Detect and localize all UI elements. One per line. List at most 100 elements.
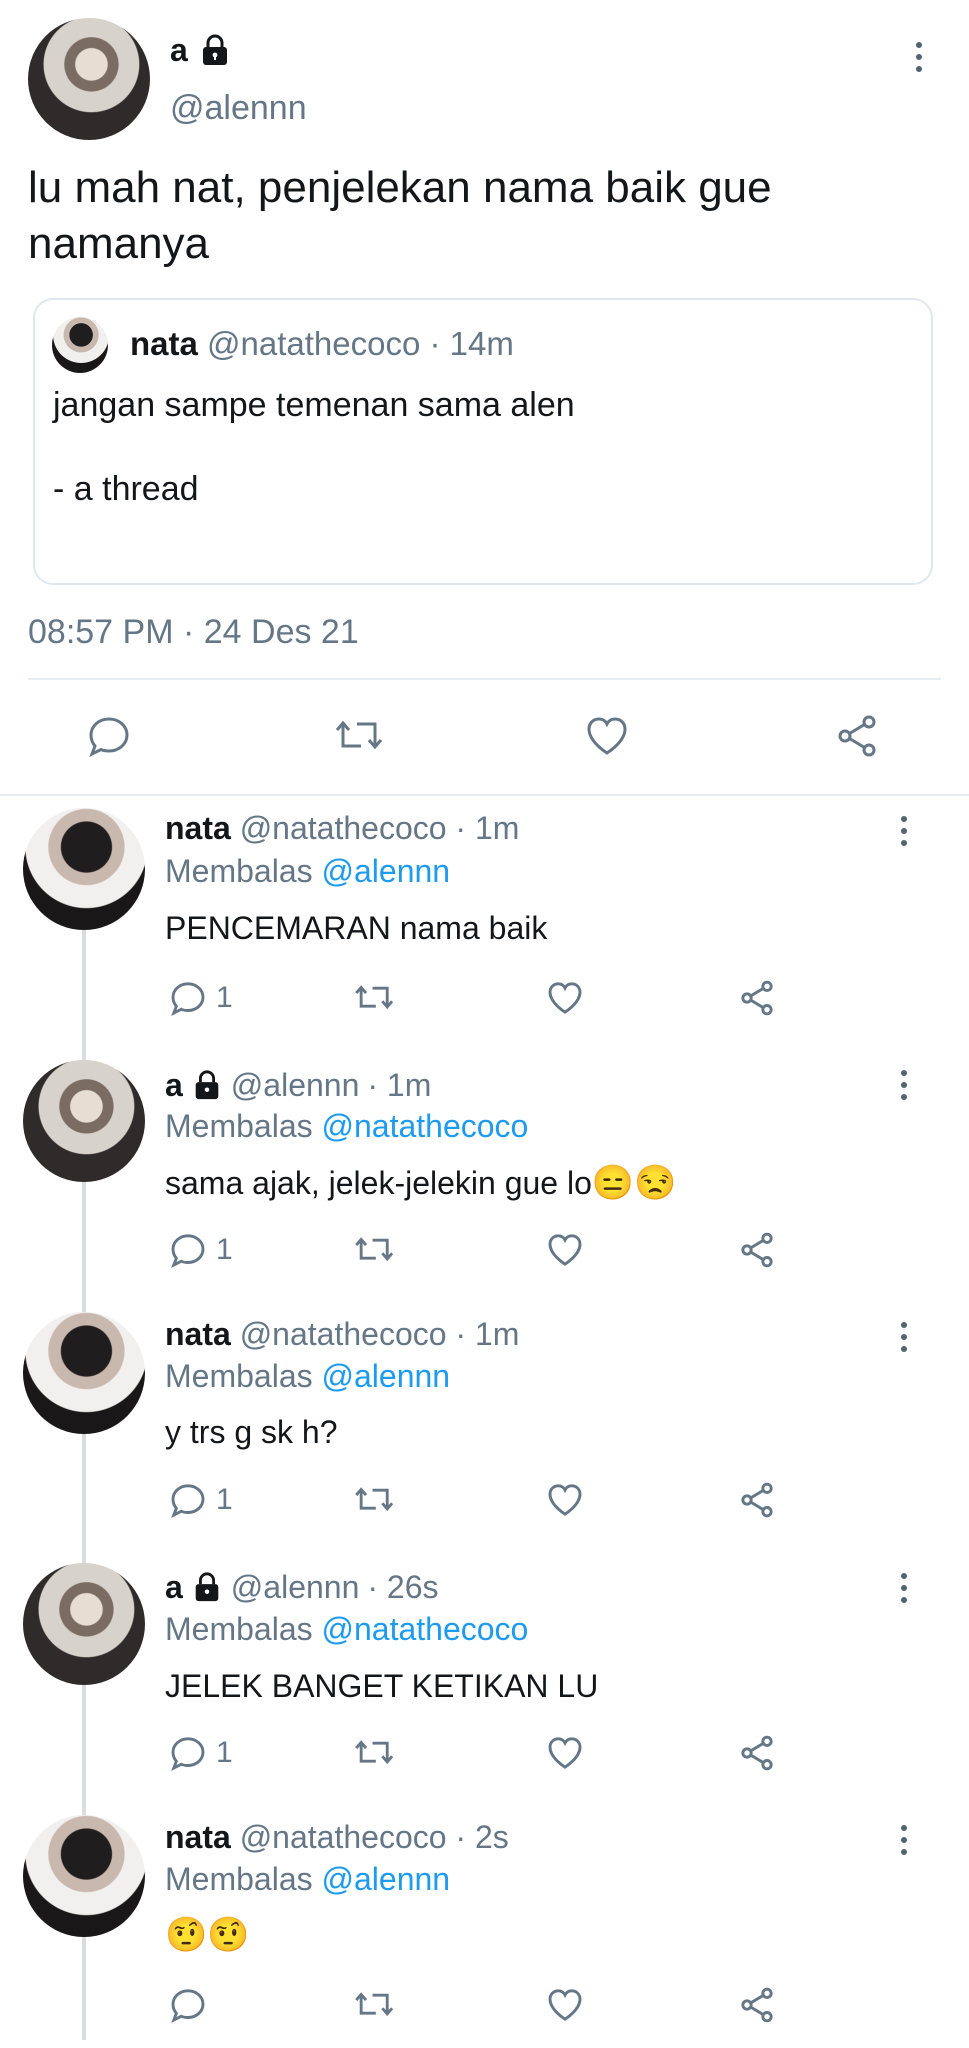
replying-to: Membalas @alennn	[165, 851, 450, 891]
reply-name[interactable]: a	[165, 1567, 183, 1607]
retweet-icon	[333, 712, 387, 760]
main-like-button[interactable]	[583, 712, 631, 760]
like-button[interactable]	[545, 1985, 585, 2025]
reply-button[interactable]: 1	[168, 1733, 233, 1773]
reply-more-button[interactable]	[900, 1573, 908, 1603]
heart-icon	[545, 1230, 585, 1270]
reply-header: nata @natathecoco · 1m	[165, 1314, 519, 1354]
reply-3[interactable]: nata @natathecoco · 1m Membalas @alennn …	[0, 1312, 969, 1562]
reply-button[interactable]: 1	[168, 1230, 233, 1270]
main-handle[interactable]: @alennn	[170, 88, 307, 128]
reply-time: · 2s	[455, 1819, 509, 1855]
more-vertical-icon	[901, 1573, 907, 1579]
main-more-button[interactable]	[915, 42, 923, 72]
retweet-button[interactable]	[353, 1733, 397, 1773]
reply-name[interactable]: nata	[165, 810, 231, 846]
reply-button[interactable]	[168, 1985, 216, 2025]
more-vertical-icon	[901, 816, 907, 822]
retweet-button[interactable]	[353, 978, 397, 1018]
reply-more-button[interactable]	[900, 1070, 908, 1100]
share-icon	[737, 1733, 777, 1773]
reply-handle[interactable]: @alennn	[231, 1065, 360, 1105]
share-button[interactable]	[737, 1480, 777, 1520]
more-dot	[901, 1334, 907, 1340]
main-timestamp[interactable]: 08:57 PM · 24 Des 21	[28, 610, 359, 654]
reply-1[interactable]: nata @natathecoco · 1m Membalas @alennn …	[0, 808, 969, 1058]
replying-to-handle[interactable]: @alennn	[322, 1861, 451, 1897]
reply-more-button[interactable]	[900, 1825, 908, 1855]
like-button[interactable]	[545, 1230, 585, 1270]
quoted-tweet-card[interactable]: nata @natathecoco · 14m jangan sampe tem…	[33, 298, 933, 585]
reply-actions: 1	[0, 1230, 969, 1278]
retweet-icon	[353, 1733, 397, 1773]
main-reply-button[interactable]	[85, 712, 133, 760]
replying-to-handle[interactable]: @alennn	[322, 853, 451, 889]
reply-name[interactable]: nata	[165, 1316, 231, 1352]
reply-2[interactable]: a @alennn · 1m Membalas @natathecoco sam…	[0, 1060, 969, 1310]
main-tweet-avatar[interactable]	[28, 18, 150, 140]
replying-to: Membalas @natathecoco	[165, 1609, 528, 1649]
reply-handle[interactable]: @natathecoco	[240, 1819, 447, 1855]
replying-to-handle[interactable]: @alennn	[322, 1358, 451, 1394]
reply-name[interactable]: nata	[165, 1819, 231, 1855]
reply-5[interactable]: nata @natathecoco · 2s Membalas @alennn …	[0, 1815, 969, 2048]
comment-icon	[168, 1480, 208, 1520]
replying-to-handle[interactable]: @natathecoco	[322, 1611, 529, 1647]
reply-text: y trs g sk h?	[165, 1414, 338, 1450]
replying-to: Membalas @alennn	[165, 1356, 450, 1396]
like-button[interactable]	[545, 1480, 585, 1520]
reply-time: · 1m	[455, 810, 520, 846]
reply-text-wrapper: sama ajak, jelek-jelekin gue lo😑😒	[165, 1163, 677, 1203]
share-button[interactable]	[737, 978, 777, 1018]
heart-icon	[545, 1733, 585, 1773]
reply-handle[interactable]: @alennn	[231, 1567, 360, 1607]
reply-avatar[interactable]	[23, 1060, 145, 1182]
reply-header: a @alennn · 1m	[165, 1065, 431, 1105]
reply-avatar[interactable]	[23, 1815, 145, 1937]
share-button[interactable]	[737, 1230, 777, 1270]
comment-icon	[85, 712, 133, 760]
more-vertical-icon	[916, 42, 922, 48]
main-tweet-header: a	[170, 30, 232, 70]
reply-avatar[interactable]	[23, 1563, 145, 1685]
reply-text-wrapper: 🤨🤨	[165, 1915, 250, 1955]
more-dot	[901, 840, 907, 846]
main-share-button[interactable]	[833, 712, 881, 760]
main-retweet-button[interactable]	[333, 712, 387, 760]
more-vertical-icon	[901, 1825, 907, 1831]
reply-count: 1	[216, 1233, 233, 1266]
reply-button[interactable]: 1	[168, 978, 233, 1018]
reply-avatar[interactable]	[23, 808, 145, 930]
replying-prefix: Membalas	[165, 1358, 313, 1394]
reply-button[interactable]: 1	[168, 1480, 233, 1520]
retweet-button[interactable]	[353, 1230, 397, 1270]
replying-to-handle[interactable]: @natathecoco	[322, 1108, 529, 1144]
reply-emoji: 😑😒	[591, 1164, 677, 1202]
main-divider	[28, 678, 941, 680]
share-button[interactable]	[737, 1733, 777, 1773]
reply-avatar[interactable]	[23, 1312, 145, 1434]
reply-name[interactable]: a	[165, 1065, 183, 1105]
reply-more-button[interactable]	[900, 1322, 908, 1352]
like-button[interactable]	[545, 1733, 585, 1773]
share-button[interactable]	[737, 1985, 777, 2025]
reply-time: · 1m	[455, 1316, 520, 1352]
share-icon	[737, 978, 777, 1018]
retweet-button[interactable]	[353, 1480, 397, 1520]
reply-more-button[interactable]	[900, 816, 908, 846]
main-display-name[interactable]: a	[170, 30, 188, 70]
heart-icon	[545, 1985, 585, 2025]
lock-icon	[191, 1069, 223, 1101]
replying-prefix: Membalas	[165, 1861, 313, 1897]
like-button[interactable]	[545, 978, 585, 1018]
thread-divider	[0, 794, 969, 796]
quoted-time: · 14m	[429, 325, 514, 362]
replying-prefix: Membalas	[165, 853, 313, 889]
reply-handle[interactable]: @natathecoco	[240, 810, 447, 846]
more-vertical-icon	[901, 1070, 907, 1076]
retweet-icon	[353, 1985, 397, 2025]
reply-4[interactable]: a @alennn · 26s Membalas @natathecoco JE…	[0, 1563, 969, 1813]
share-icon	[833, 712, 881, 760]
reply-handle[interactable]: @natathecoco	[240, 1316, 447, 1352]
retweet-button[interactable]	[353, 1985, 397, 2025]
